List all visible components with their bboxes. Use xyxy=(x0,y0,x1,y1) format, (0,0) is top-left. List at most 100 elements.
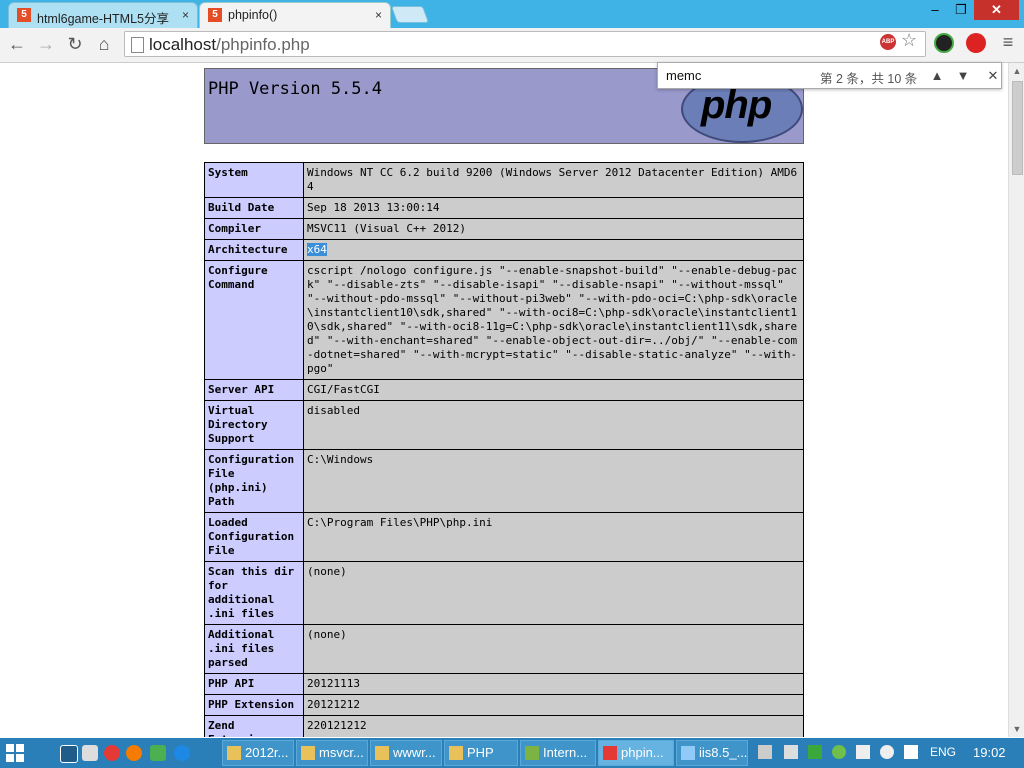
find-close-button[interactable]: ✕ xyxy=(984,66,1002,85)
row-value: CGI/FastCGI xyxy=(303,379,804,401)
address-bar[interactable]: localhost/phpinfo.php xyxy=(124,31,926,57)
table-row: Compiler MSVC11 (Visual C++ 2012) xyxy=(204,218,804,240)
table-row: Scan this dir for additional .ini files(… xyxy=(204,561,804,625)
row-value: 220121212 xyxy=(303,715,804,737)
row-key: Compiler xyxy=(204,218,304,240)
back-button[interactable]: ← xyxy=(5,32,29,56)
taskbar-button-label: Intern... xyxy=(543,745,588,760)
html5-icon: 5 xyxy=(17,8,31,22)
tray-app-icon[interactable] xyxy=(758,745,772,759)
row-key: Architecture xyxy=(204,239,304,261)
chrome-icon[interactable] xyxy=(104,745,120,761)
tab-html6game[interactable]: 5 html6game-HTML5分享 × xyxy=(8,2,198,28)
internet-explorer-icon[interactable] xyxy=(174,745,190,761)
scroll-up-arrow-icon[interactable]: ▲ xyxy=(1009,63,1024,79)
row-value: disabled xyxy=(303,400,804,450)
row-value: x64 xyxy=(303,239,804,261)
server-manager-icon[interactable] xyxy=(60,745,78,763)
taskbar-button-label: wwwr... xyxy=(393,745,436,760)
menu-icon[interactable]: ≡ xyxy=(996,32,1020,53)
row-value: Windows NT CC 6.2 build 9200 (Windows Se… xyxy=(303,162,804,198)
action-center-flag-icon[interactable] xyxy=(904,745,918,759)
tab-phpinfo[interactable]: 5 phpinfo() × xyxy=(199,2,391,28)
folder-icon xyxy=(301,746,315,760)
windows-taskbar: 2012r... msvcr... wwwr... PHP Intern... phpin… xyxy=(0,738,1024,768)
php-info-table: System Windows NT CC 6.2 build 9200 (Wind… xyxy=(204,162,804,737)
taskbar-button-label: 2012r... xyxy=(245,745,289,760)
chrome-icon xyxy=(603,746,617,760)
table-row: Virtual Directory Support disabled xyxy=(204,400,804,450)
forward-button[interactable]: → xyxy=(34,32,58,56)
extension-stop-icon[interactable] xyxy=(966,33,986,53)
tab-close-button[interactable]: × xyxy=(182,8,189,22)
start-button[interactable] xyxy=(6,744,24,762)
firefox-icon[interactable] xyxy=(126,745,142,761)
table-row: System Windows NT CC 6.2 build 9200 (Wind… xyxy=(204,162,804,198)
language-indicator[interactable]: ENG xyxy=(930,745,956,759)
row-key: Configure Command xyxy=(204,260,304,380)
find-input[interactable]: memc xyxy=(666,68,701,83)
taskbar-button[interactable]: Intern... xyxy=(520,740,596,766)
tray-app-icon[interactable] xyxy=(832,745,846,759)
find-result-count: 第 2 条，共 10 条 xyxy=(820,72,918,86)
table-row: Additional .ini files parsed (none) xyxy=(204,624,804,674)
taskbar-button[interactable]: PHP xyxy=(444,740,518,766)
page-content: PHP Version 5.5.4 php System Windows NT C… xyxy=(0,63,1008,737)
adblock-plus-icon[interactable]: ABP xyxy=(880,34,896,50)
clock[interactable]: 19:02 xyxy=(973,745,1006,760)
selected-text: x64 xyxy=(307,243,327,256)
row-key: Virtual Directory Support xyxy=(204,400,304,450)
row-value: Sep 18 2013 13:00:14 xyxy=(303,197,804,219)
table-row: PHP Extension 20121212 xyxy=(204,694,804,716)
iis-manager-icon xyxy=(525,746,539,760)
page-icon xyxy=(131,37,144,53)
row-key: PHP Extension xyxy=(204,694,304,716)
new-tab-button[interactable] xyxy=(390,6,430,23)
taskbar-button[interactable]: phpin... xyxy=(598,740,674,766)
tray-app-icon[interactable] xyxy=(784,745,798,759)
row-key: PHP API xyxy=(204,673,304,695)
page-title: PHP Version 5.5.4 xyxy=(208,79,382,99)
home-button[interactable]: ⌂ xyxy=(92,32,116,56)
row-key: Build Date xyxy=(204,197,304,219)
scroll-thumb[interactable] xyxy=(1012,81,1023,175)
folder-icon xyxy=(449,746,463,760)
row-key: Server API xyxy=(204,379,304,401)
taskbar-button-label: phpin... xyxy=(621,745,664,760)
row-key: System xyxy=(204,162,304,198)
table-row: Configure Command cscript /nologo configu… xyxy=(204,260,804,380)
row-key: Scan this dir for additional .ini files xyxy=(204,561,304,625)
maximize-button[interactable]: ❐ xyxy=(948,0,974,20)
row-value: C:\Windows xyxy=(303,449,804,513)
url-text: localhost/phpinfo.php xyxy=(149,35,310,55)
row-value: 20121212 xyxy=(303,694,804,716)
tab-close-button[interactable]: × xyxy=(375,8,382,22)
row-value: 20121113 xyxy=(303,673,804,695)
table-row: Zend Extension220121212 xyxy=(204,715,804,737)
taskbar-button[interactable]: 2012r... xyxy=(222,740,294,766)
bookmark-star-icon[interactable]: ☆ xyxy=(901,30,917,51)
row-value: C:\Program Files\PHP\php.ini xyxy=(303,512,804,562)
table-row: Loaded Configuration File C:\Program File… xyxy=(204,512,804,562)
taskbar-button[interactable]: msvcr... xyxy=(296,740,368,766)
close-window-button[interactable]: ✕ xyxy=(974,0,1019,20)
file-explorer-icon[interactable] xyxy=(82,745,98,761)
vertical-scrollbar[interactable]: ▲ ▼ xyxy=(1008,63,1024,737)
app-icon[interactable] xyxy=(150,745,166,761)
browser-toolbar: ← → ↻ ⌂ localhost/phpinfo.php ABP ☆ ≡ xyxy=(0,28,1024,63)
taskbar-button-label: PHP xyxy=(467,745,494,760)
extension-camera-icon[interactable] xyxy=(934,33,954,53)
volume-icon[interactable] xyxy=(880,745,894,759)
find-next-button[interactable]: ▼ xyxy=(952,66,974,85)
url-path: /phpinfo.php xyxy=(216,35,310,54)
network-icon[interactable] xyxy=(856,745,870,759)
tray-app-icon[interactable] xyxy=(808,745,822,759)
scroll-down-arrow-icon[interactable]: ▼ xyxy=(1009,721,1024,737)
find-previous-button[interactable]: ▲ xyxy=(926,66,948,85)
row-value: (none) xyxy=(303,624,804,674)
taskbar-button[interactable]: wwwr... xyxy=(370,740,442,766)
reload-button[interactable]: ↻ xyxy=(63,32,87,56)
url-host: localhost xyxy=(149,35,217,54)
minimize-button[interactable]: – xyxy=(922,0,948,20)
taskbar-button[interactable]: iis8.5_... xyxy=(676,740,748,766)
